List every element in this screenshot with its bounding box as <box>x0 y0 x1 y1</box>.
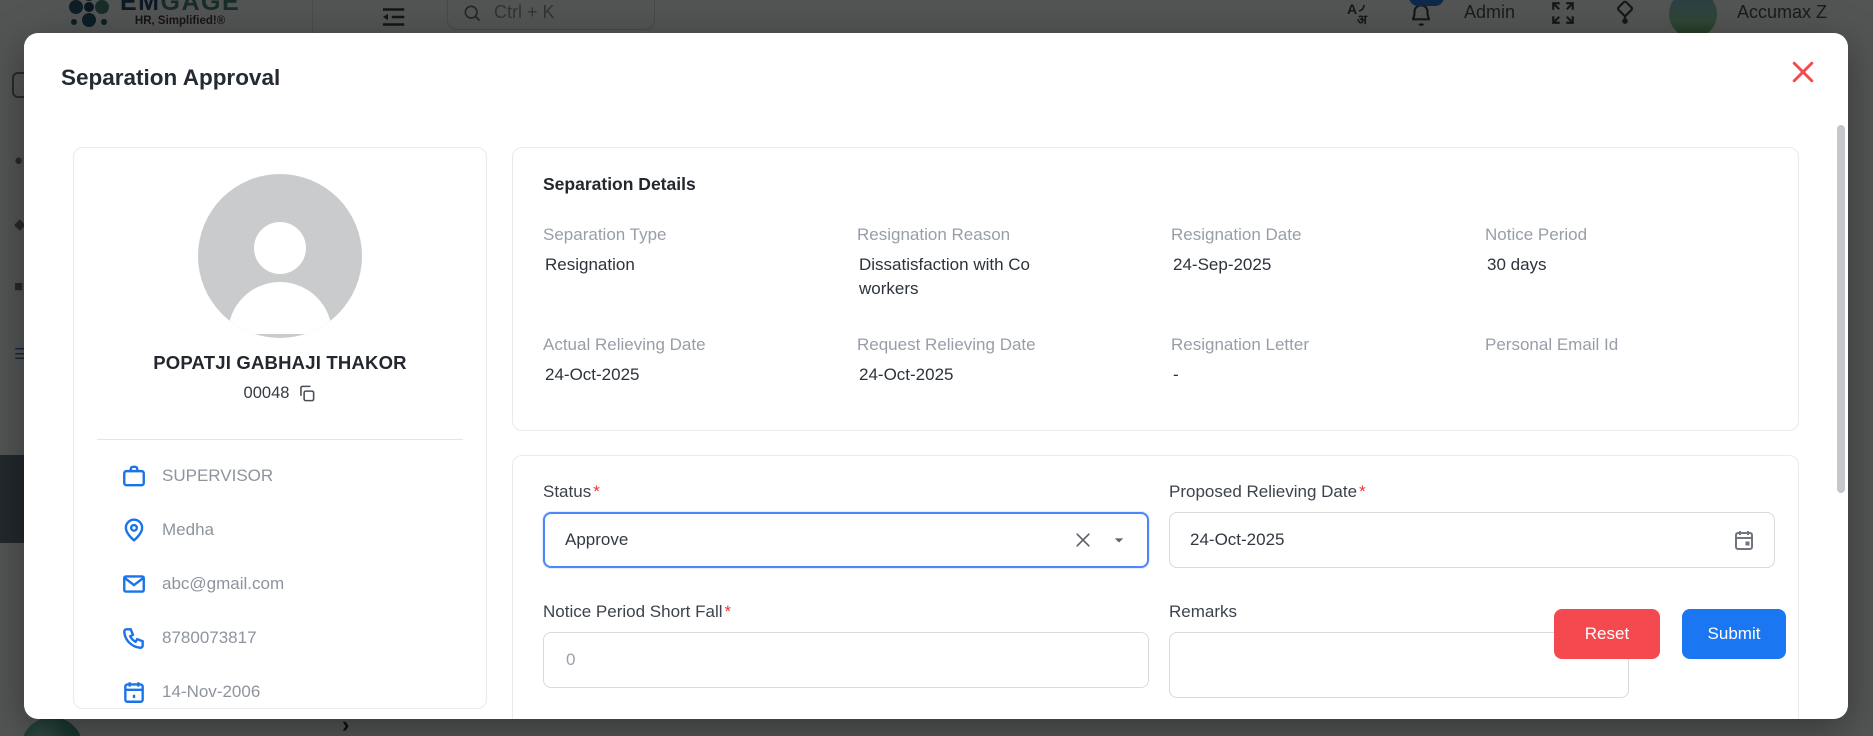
reset-button[interactable]: Reset <box>1554 609 1660 659</box>
modal-scrollbar[interactable] <box>1837 125 1845 493</box>
calendar-icon <box>121 679 147 705</box>
briefcase-icon <box>121 463 147 489</box>
detail-field: Request Relieving Date 24-Oct-2025 <box>857 335 1036 384</box>
status-field: Status * Approve <box>543 482 1149 568</box>
detail-field: Actual Relieving Date 24-Oct-2025 <box>543 335 706 384</box>
employee-id: 00048 <box>243 384 290 402</box>
proposed-relieving-date-field: Proposed Relieving Date * 24-Oct-2025 <box>1169 482 1775 568</box>
separation-approval-modal: Separation Approval POPATJI GABHAJI THAK… <box>24 33 1848 719</box>
status-select[interactable]: Approve <box>543 512 1149 568</box>
detail-field: Notice Period 30 days <box>1485 225 1588 274</box>
location-pin-icon <box>121 517 147 543</box>
employee-avatar <box>198 174 362 338</box>
detail-field: Resignation Date 24-Sep-2025 <box>1171 225 1302 274</box>
employee-date-row: 14-Nov-2006 <box>121 678 486 706</box>
profile-divider <box>97 439 463 440</box>
employee-location-row: Medha <box>121 516 486 544</box>
chevron-down-icon[interactable] <box>1109 530 1129 550</box>
detail-field: Resignation Reason Dissatisfaction with … <box>857 225 1031 298</box>
employee-email-row: abc@gmail.com <box>121 570 486 598</box>
notice-period-short-fall-inputbox <box>543 632 1149 688</box>
calendar-picker-icon[interactable] <box>1732 528 1756 552</box>
mail-icon <box>121 571 147 597</box>
modal-title: Separation Approval <box>61 65 281 90</box>
proposed-relieving-date-label: Proposed Relieving Date * <box>1169 482 1366 501</box>
app-screen: EMGAGE HR, Simplified!® Ctrl + K <box>0 0 1873 736</box>
detail-field: Personal Email Id <box>1485 335 1619 354</box>
employee-name: POPATJI GABHAJI THAKOR <box>153 352 407 373</box>
copy-icon[interactable] <box>297 384 316 403</box>
notice-period-short-fall-field: Notice Period Short Fall * <box>543 602 1149 688</box>
notice-period-short-fall-input[interactable] <box>564 633 1128 687</box>
close-icon[interactable] <box>1788 57 1818 87</box>
separation-details-card: Separation Details Separation Type Resig… <box>512 147 1799 431</box>
clear-selection-icon[interactable] <box>1073 530 1093 550</box>
section-title: Separation Details <box>543 174 696 194</box>
details-grid: Separation Type Resignation Resignation … <box>543 225 1768 387</box>
approval-form-card: Status * Approve Proposed Relieving Date… <box>512 455 1799 719</box>
notice-period-short-fall-label: Notice Period Short Fall * <box>543 602 732 621</box>
detail-field: Resignation Letter - <box>1171 335 1309 384</box>
detail-field: Separation Type Resignation <box>543 225 667 274</box>
phone-icon <box>121 625 147 651</box>
status-label: Status * <box>543 482 600 501</box>
proposed-relieving-date-input[interactable]: 24-Oct-2025 <box>1169 512 1775 568</box>
employee-phone-row: 8780073817 <box>121 624 486 652</box>
employee-designation-row: SUPERVISOR <box>121 462 486 490</box>
employee-profile-card: POPATJI GABHAJI THAKOR 00048 SUPERVISOR … <box>73 147 487 709</box>
submit-button[interactable]: Submit <box>1682 609 1786 659</box>
